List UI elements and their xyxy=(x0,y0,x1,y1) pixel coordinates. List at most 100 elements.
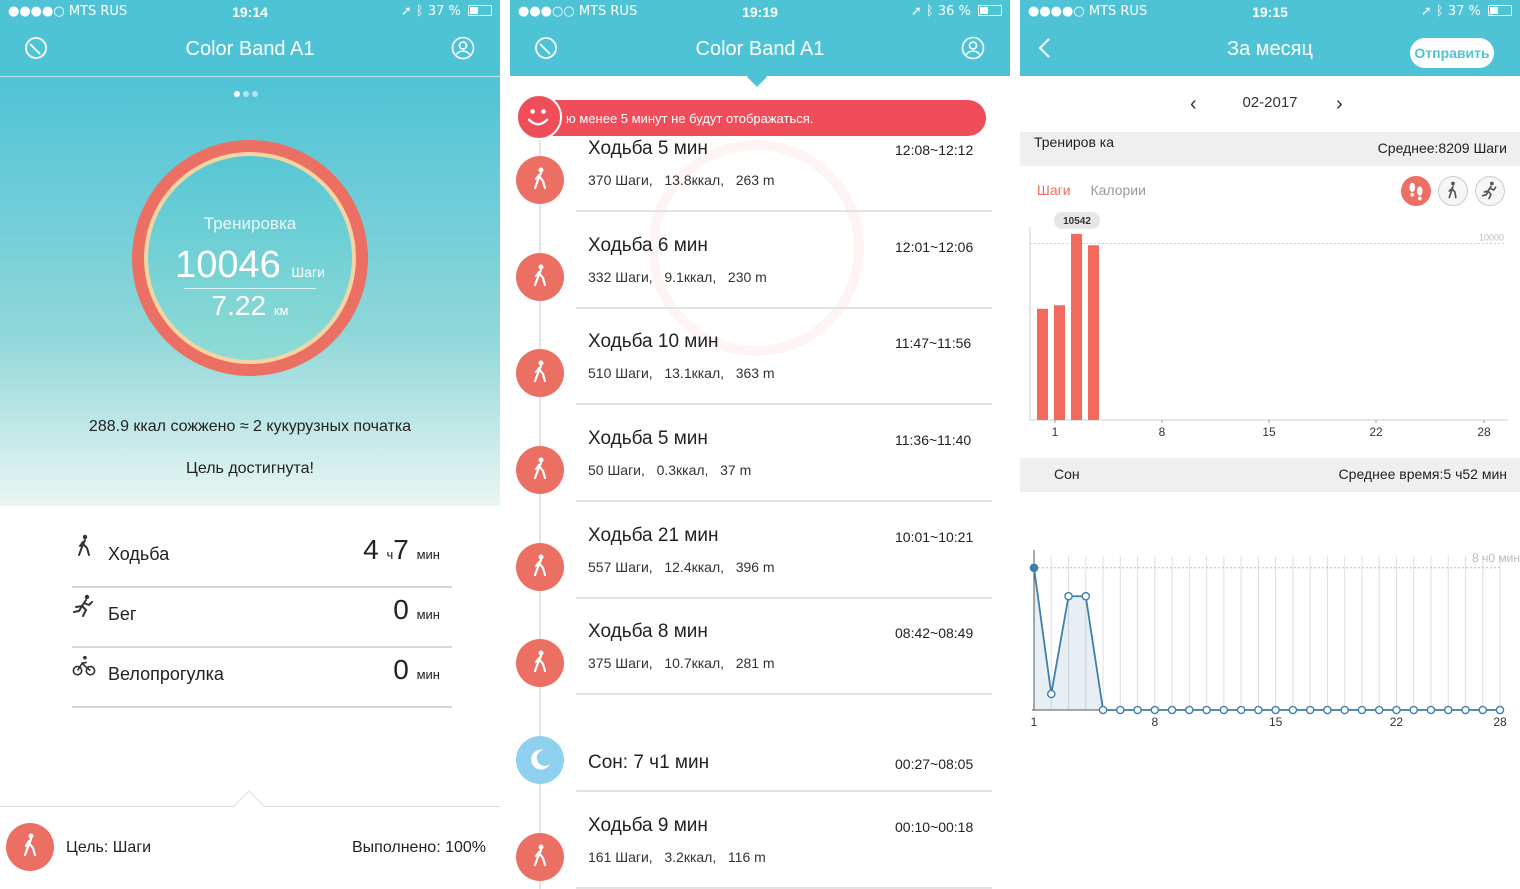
minutes: 0 xyxy=(393,654,409,685)
data-point xyxy=(1271,705,1280,715)
bar xyxy=(1071,233,1082,420)
timeline-event[interactable]: Ходьба 10 мин 11:47~11:56 510 Шаги, 13.1кк… xyxy=(510,331,1010,428)
data-point xyxy=(1461,705,1470,715)
event-kcal: 0.3ккал, xyxy=(656,462,709,478)
month-label: 02-2017 xyxy=(1242,94,1298,111)
timeline-event[interactable]: Ходьба 9 мин 00:10~00:18 161 Шаги, 3.2ккал… xyxy=(510,815,1010,889)
header-divider xyxy=(0,76,500,77)
bluetooth-icon: ᛒ xyxy=(415,4,424,19)
goal-message: Цель достигнута! xyxy=(186,460,314,477)
walking-icon xyxy=(533,457,547,480)
page-indicator[interactable] xyxy=(234,84,261,102)
sleep-line xyxy=(1033,567,1500,711)
tab-steps[interactable]: Шаги xyxy=(1037,182,1071,198)
x-tick-label: 28 xyxy=(1493,715,1507,729)
event-divider xyxy=(576,403,992,405)
event-time: 00:27~08:05 xyxy=(895,756,974,772)
goal-footer[interactable]: Цель: Шаги Выполнено: 100% xyxy=(0,790,500,889)
info-banner[interactable]: ю менее 5 минут не будут отображаться. xyxy=(516,94,986,140)
running-toggle[interactable] xyxy=(1475,176,1505,206)
reference-label: 8 ч0 мин xyxy=(1472,551,1520,565)
section-average: Среднее:8209 Шаги xyxy=(1377,140,1507,156)
x-tick-label: 22 xyxy=(1369,425,1383,439)
tab-calories[interactable]: Калории xyxy=(1090,182,1145,198)
event-title: Ходьба 10 мин xyxy=(588,331,719,352)
event-icon xyxy=(516,446,564,494)
page-dot-1 xyxy=(234,91,240,97)
battery-icon xyxy=(468,5,492,16)
x-tick-label: 1 xyxy=(1031,715,1038,729)
minutes-unit: мин xyxy=(416,607,440,622)
event-steps: 370 Шаги, xyxy=(588,172,653,188)
status-bar: ●●●●○ MTS RUS 19:15 ➚ ᛒ 37 % xyxy=(1020,4,1520,22)
event-time: 00:10~00:18 xyxy=(895,819,974,835)
event-details: 332 Шаги, 9.1ккал, 230 m xyxy=(588,269,767,285)
send-button[interactable]: Отправить xyxy=(1410,38,1494,68)
page-dot-2 xyxy=(243,91,249,97)
activity-cycling[interactable]: Велопрогулка 0 мин xyxy=(72,648,452,708)
event-kcal: 13.8ккал, xyxy=(664,172,725,188)
data-point xyxy=(1202,705,1211,715)
data-point xyxy=(1064,591,1073,601)
event-icon xyxy=(516,156,564,204)
data-point xyxy=(1426,705,1436,715)
walking-icon xyxy=(533,554,547,577)
battery-icon xyxy=(1488,5,1512,16)
distance-number: 7.22 xyxy=(211,290,267,321)
walking-icon xyxy=(1448,181,1457,199)
battery-fill xyxy=(470,7,479,14)
battery-icon xyxy=(978,5,1002,16)
data-point xyxy=(1392,705,1401,715)
minutes: 7 xyxy=(393,534,409,565)
event-divider xyxy=(576,790,992,792)
event-title: Ходьба 6 мин xyxy=(588,235,708,256)
event-time: 12:01~12:06 xyxy=(895,239,974,255)
event-details: 510 Шаги, 13.1ккал, 363 m xyxy=(588,365,775,381)
running-icon xyxy=(1481,181,1497,200)
smiley-face xyxy=(527,109,549,126)
timeline-event[interactable]: Ходьба 8 мин 08:42~08:49 375 Шаги, 10.7кка… xyxy=(510,621,1010,718)
timeline-event[interactable]: Ходьба 6 мин 12:01~12:06 332 Шаги, 9.1ккал… xyxy=(510,235,1010,332)
screen-timeline: ●●●○○ MTS RUS 19:19 ➚ ᛒ 36 % Color Band … xyxy=(510,0,1010,889)
activity-duration: 0 мин xyxy=(393,654,440,686)
walking-icon xyxy=(533,167,547,190)
event-icon xyxy=(516,253,564,301)
activity-running[interactable]: Бег 0 мин xyxy=(72,588,452,648)
goal-type: Цель: Шаги xyxy=(66,839,152,856)
event-title: Сон: 7 ч1 мин xyxy=(588,752,710,773)
event-details: 161 Шаги, 3.2ккал, 116 m xyxy=(588,849,766,865)
data-point xyxy=(1219,705,1229,715)
walking-toggle[interactable] xyxy=(1438,176,1468,206)
timeline-event[interactable]: Ходьба 5 мин 11:36~11:40 50 Шаги, 0.3ккал,… xyxy=(510,428,1010,525)
event-icon xyxy=(516,349,564,397)
event-distance: 363 m xyxy=(735,365,775,381)
next-month-chevron-icon[interactable]: › xyxy=(1336,93,1343,116)
app-header: ●●●○○ MTS RUS 19:19 ➚ ᛒ 36 % Color Band … xyxy=(510,0,1010,76)
walking-icon xyxy=(533,264,547,287)
steps-ring[interactable]: Тренировка 10046 Шаги 7.22 км xyxy=(132,140,368,376)
profile-icon[interactable] xyxy=(961,36,985,60)
status-right: ➚ ᛒ 36 % xyxy=(911,4,1002,19)
sleep-section-header: Сон Среднее время:5 ч52 мин xyxy=(1020,458,1520,492)
sleep-area xyxy=(1034,567,1500,710)
distance-unit: км xyxy=(273,303,289,318)
profile-icon[interactable] xyxy=(451,36,475,60)
data-point xyxy=(1443,705,1453,715)
timeline-event[interactable]: Сон: 7 ч1 мин 00:27~08:05 xyxy=(510,718,1010,815)
bicycle-icon xyxy=(72,655,96,676)
x-tick-label: 1 xyxy=(1052,425,1059,439)
footprints-toggle[interactable] xyxy=(1401,176,1431,206)
activity-walking[interactable]: Ходьба 4 ч7 мин xyxy=(72,528,452,588)
timeline-event[interactable]: Ходьба 21 мин 10:01~10:21 557 Шаги, 12.4кк… xyxy=(510,525,1010,622)
timeline-event[interactable]: Ходьба 5 мин 12:08~12:12 370 Шаги, 13.8кка… xyxy=(510,138,1010,235)
data-point xyxy=(1081,591,1091,601)
activity-name: Велопрогулка xyxy=(108,664,224,684)
activity-name: Ходьба xyxy=(108,544,170,564)
data-point xyxy=(1029,563,1039,573)
event-details: 375 Шаги, 10.7ккал, 281 m xyxy=(588,655,775,671)
page-dot-3 xyxy=(252,91,258,97)
data-point xyxy=(1478,705,1488,715)
annotation-label: 10542 xyxy=(1063,216,1091,227)
data-point xyxy=(1409,705,1419,715)
metric-tabs: Шаги Калории xyxy=(1037,182,1146,198)
